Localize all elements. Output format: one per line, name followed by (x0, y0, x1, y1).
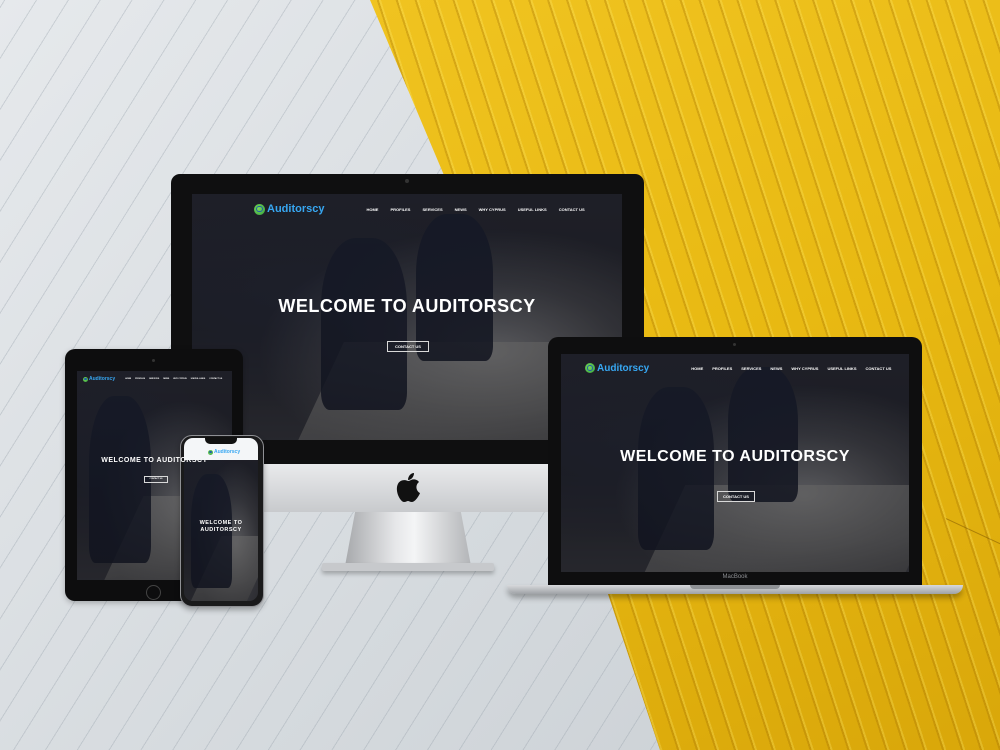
nav-item-profiles[interactable]: PROFILES (135, 378, 145, 380)
contact-us-button[interactable]: CONTACT US (144, 476, 168, 483)
site-logo[interactable]: Auditorscy (208, 449, 240, 455)
globe-logo-icon (585, 363, 595, 373)
nav-item-useful-links[interactable]: USEFUL LINKS (191, 378, 206, 380)
apple-logo-icon (396, 473, 420, 502)
macbook-label: MacBook (722, 574, 748, 580)
imac-camera (405, 179, 409, 183)
nav-item-why-cyprus[interactable]: WHY CYPRUS (479, 207, 506, 212)
nav-item-home[interactable]: HOME (366, 207, 378, 212)
site-logo[interactable]: Auditorscy (254, 203, 324, 215)
contact-us-button[interactable]: CONTACT US (387, 341, 429, 352)
nav-item-news[interactable]: NEWS (770, 366, 782, 371)
imac-stand (345, 512, 471, 566)
ipad-camera (152, 359, 155, 362)
hero-title: WELCOME TO AUDITORSCY (278, 296, 536, 316)
nav-item-profiles[interactable]: PROFILES (390, 207, 410, 212)
globe-logo-icon (83, 376, 88, 382)
logo-text: Auditorscy (267, 203, 325, 215)
site-logo[interactable]: Auditorscy (585, 363, 649, 374)
hero-title: WELCOME TO AUDITORSCY (620, 448, 850, 465)
nav-item-contact-us[interactable]: CONTACT US (209, 378, 222, 380)
globe-logo-icon (254, 203, 265, 215)
macbook-opening-notch (690, 585, 780, 589)
site-navbar: Auditorscy HOME PROFILES SERVICES NEWS W… (561, 354, 909, 382)
nav-item-home[interactable]: HOME (691, 366, 703, 371)
nav-item-contact-us[interactable]: CONTACT US (866, 366, 892, 371)
ipad-home-button (146, 585, 161, 600)
globe-logo-icon (208, 449, 213, 455)
nav-menu: HOME PROFILES SERVICES NEWS WHY CYPRUS U… (366, 207, 584, 212)
nav-item-profiles[interactable]: PROFILES (712, 366, 732, 371)
macbook-camera (733, 343, 736, 346)
nav-item-services[interactable]: SERVICES (422, 207, 442, 212)
imac-base (322, 563, 494, 571)
nav-menu: HOME PROFILES SERVICES NEWS WHY CYPRUS U… (125, 378, 222, 380)
nav-item-why-cyprus[interactable]: WHY CYPRUS (173, 378, 187, 380)
nav-item-contact-us[interactable]: CONTACT US (559, 207, 585, 212)
nav-item-services[interactable]: SERVICES (149, 378, 159, 380)
site-navbar: Auditorscy HOME PROFILES SERVICES NEWS W… (77, 371, 232, 387)
site-navbar: Auditorscy HOME PROFILES SERVICES NEWS W… (192, 194, 622, 224)
iphone-notch (205, 437, 237, 444)
nav-item-news[interactable]: NEWS (163, 378, 169, 380)
nav-item-services[interactable]: SERVICES (741, 366, 761, 371)
macbook-screen: Auditorscy HOME PROFILES SERVICES NEWS W… (561, 354, 909, 572)
logo-text: Auditorscy (597, 362, 650, 374)
contact-us-button[interactable]: CONTACT US (717, 491, 755, 502)
site-logo[interactable]: Auditorscy (83, 376, 115, 382)
nav-item-useful-links[interactable]: USEFUL LINKS (827, 366, 856, 371)
logo-text: Auditorscy (214, 449, 241, 455)
nav-item-why-cyprus[interactable]: WHY CYPRUS (791, 366, 818, 371)
nav-item-home[interactable]: HOME (125, 378, 131, 380)
logo-text: Auditorscy (89, 376, 116, 382)
hero-title-line-2: AUDITORSCY (200, 527, 242, 533)
nav-item-news[interactable]: NEWS (455, 207, 467, 212)
nav-menu: HOME PROFILES SERVICES NEWS WHY CYPRUS U… (691, 366, 891, 371)
hero-title: WELCOME TO AUDITORSCY (184, 520, 258, 534)
nav-item-useful-links[interactable]: USEFUL LINKS (518, 207, 547, 212)
hero-title-line-1: WELCOME TO (199, 520, 243, 526)
